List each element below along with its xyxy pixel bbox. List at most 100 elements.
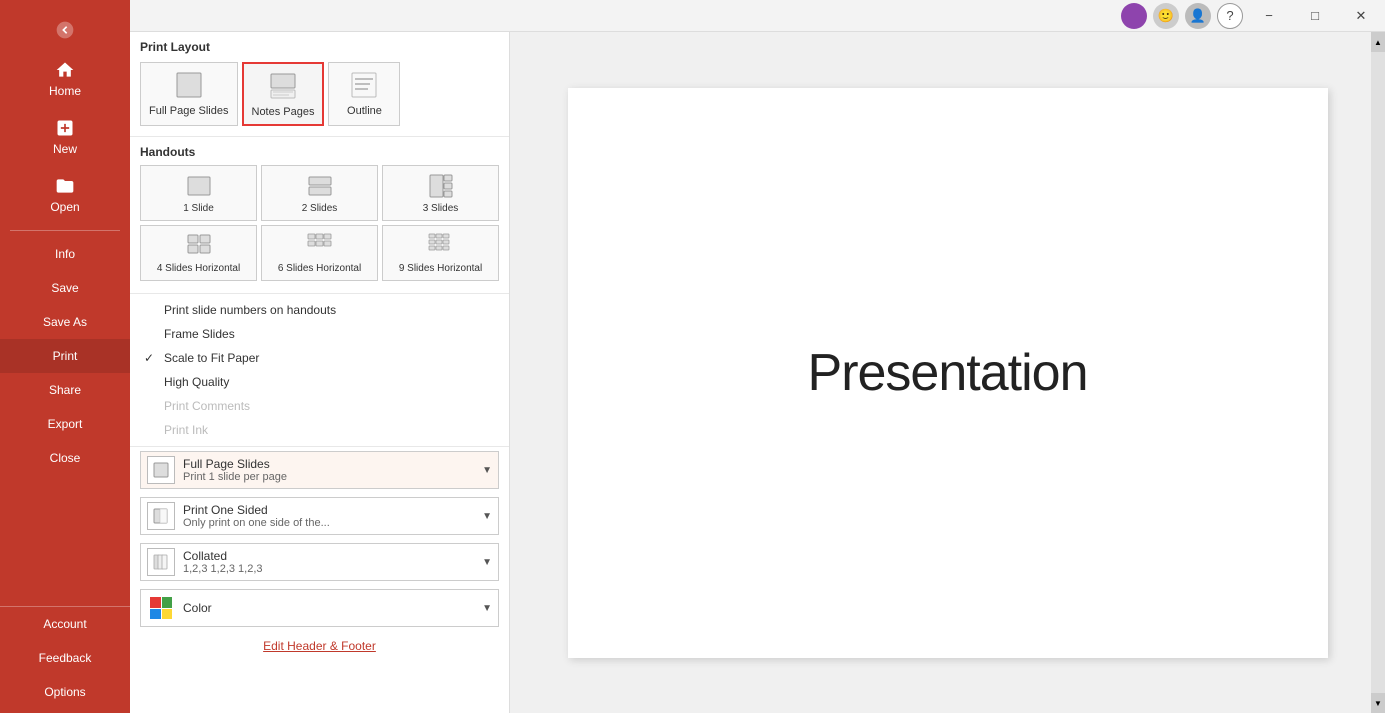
- color-dropdown-main: Color: [183, 601, 474, 615]
- slide-page: Presentation: [568, 88, 1328, 658]
- sides-dropdown-text: Print One Sided Only print on one side o…: [183, 503, 474, 529]
- collation-dropdown-sub: 1,2,3 1,2,3 1,2,3: [183, 563, 474, 575]
- layout-dropdown-text: Full Page Slides Print 1 slide per page: [183, 457, 474, 483]
- options-list: Print slide numbers on handouts Frame Sl…: [130, 294, 509, 447]
- slide-scrollbar[interactable]: ▲ ▼: [1371, 32, 1385, 713]
- layout-dropdown-main: Full Page Slides: [183, 457, 474, 471]
- handout-9h-button[interactable]: 9 Slides Horizontal: [382, 225, 499, 281]
- sides-dropdown-sub: Only print on one side of the...: [183, 517, 474, 529]
- handout-6h-button[interactable]: 6 Slides Horizontal: [261, 225, 378, 281]
- cs-green: [162, 597, 173, 608]
- color-dropdown[interactable]: Color ▼: [140, 589, 499, 627]
- color-dropdown-arrow: ▼: [482, 603, 492, 614]
- sidebar-item-close[interactable]: Close: [0, 441, 130, 475]
- slide-title: Presentation: [808, 343, 1088, 403]
- layout-dropdown-icon: [147, 456, 175, 484]
- cs-blue: [150, 609, 161, 620]
- option-slide-numbers-label: Print slide numbers on handouts: [164, 303, 336, 317]
- help-icon[interactable]: ?: [1217, 3, 1243, 29]
- close-button[interactable]: ✕: [1341, 2, 1381, 30]
- sidebar-item-info[interactable]: Info: [0, 237, 130, 271]
- sidebar-options-label: Options: [44, 685, 85, 699]
- option-print-comments-label: Print Comments: [164, 399, 250, 413]
- option-print-ink-label: Print Ink: [164, 423, 208, 437]
- sidebar-item-save-as[interactable]: Save As: [0, 305, 130, 339]
- avatar: [1121, 3, 1147, 29]
- handout-3slides-button[interactable]: 3 Slides: [382, 165, 499, 221]
- print-layout-title: Print Layout: [140, 40, 499, 54]
- collation-dropdown-main: Collated: [183, 549, 474, 563]
- sidebar-item-new[interactable]: New: [0, 108, 130, 166]
- layout-dropdown-sub: Print 1 slide per page: [183, 471, 474, 483]
- sidebar-item-home[interactable]: Home: [0, 50, 130, 108]
- color-dropdown-text: Color: [183, 601, 474, 615]
- layout-dropdown[interactable]: Full Page Slides Print 1 slide per page …: [140, 451, 499, 489]
- option-frame-slides[interactable]: Frame Slides: [140, 322, 499, 346]
- option-scale-to-fit[interactable]: ✓ Scale to Fit Paper: [140, 346, 499, 370]
- sidebar-item-account[interactable]: Account: [0, 607, 130, 641]
- collation-dropdown[interactable]: Collated 1,2,3 1,2,3 1,2,3 ▼: [140, 543, 499, 581]
- emoji-icon[interactable]: 🙂: [1153, 3, 1179, 29]
- layout-full-page-button[interactable]: Full Page Slides: [140, 62, 238, 126]
- handout-9h-label: 9 Slides Horizontal: [399, 263, 482, 274]
- option-frame-slides-label: Frame Slides: [164, 327, 235, 341]
- handout-3slides-label: 3 Slides: [423, 203, 459, 214]
- sidebar-item-feedback[interactable]: Feedback: [0, 641, 130, 675]
- collation-dropdown-text: Collated 1,2,3 1,2,3 1,2,3: [183, 549, 474, 575]
- sidebar-item-open[interactable]: Open: [0, 166, 130, 224]
- option-high-quality[interactable]: High Quality: [140, 370, 499, 394]
- collation-dropdown-arrow: ▼: [482, 557, 492, 568]
- content-area: Print Layout Full Page Slides: [130, 32, 1385, 713]
- print-panel: Print Layout Full Page Slides: [130, 32, 510, 713]
- sidebar-share-label: Share: [49, 383, 81, 397]
- option-slide-numbers[interactable]: Print slide numbers on handouts: [140, 298, 499, 322]
- option-scale-to-fit-label: Scale to Fit Paper: [164, 351, 259, 365]
- layout-full-page-label: Full Page Slides: [149, 105, 229, 117]
- layout-buttons: Full Page Slides Notes Pages: [140, 62, 499, 126]
- option-print-comments: Print Comments: [140, 394, 499, 418]
- handouts-title: Handouts: [140, 145, 499, 159]
- sidebar-item-options[interactable]: Options: [0, 675, 130, 709]
- edit-header-footer-link[interactable]: Edit Header & Footer: [130, 631, 509, 661]
- sidebar-back-button[interactable]: [0, 10, 130, 50]
- scrollbar-down[interactable]: ▼: [1371, 693, 1385, 713]
- restore-button[interactable]: □: [1295, 2, 1335, 30]
- sidebar-export-label: Export: [48, 417, 83, 431]
- sidebar-new-label: New: [53, 142, 77, 156]
- sidebar-home-label: Home: [49, 84, 81, 98]
- layout-notes-pages-label: Notes Pages: [252, 106, 315, 118]
- scrollbar-up[interactable]: ▲: [1371, 32, 1385, 52]
- layout-outline-button[interactable]: Outline: [328, 62, 400, 126]
- sides-dropdown-main: Print One Sided: [183, 503, 474, 517]
- cs-yellow: [162, 609, 173, 620]
- titlebar: 🙂 👤 ? − □ ✕: [130, 0, 1385, 32]
- sidebar-account-label: Account: [43, 617, 86, 631]
- scale-to-fit-checkmark: ✓: [144, 351, 158, 365]
- handout-2slides-label: 2 Slides: [302, 203, 338, 214]
- sidebar-item-export[interactable]: Export: [0, 407, 130, 441]
- layout-outline-label: Outline: [347, 105, 382, 117]
- sidebar-item-print[interactable]: Print: [0, 339, 130, 373]
- sidebar-item-save[interactable]: Save: [0, 271, 130, 305]
- sidebar-info-label: Info: [55, 247, 75, 261]
- sidebar-print-label: Print: [53, 349, 78, 363]
- sidebar-saveas-label: Save As: [43, 315, 87, 329]
- sides-dropdown[interactable]: Print One Sided Only print on one side o…: [140, 497, 499, 535]
- layout-notes-pages-button[interactable]: Notes Pages: [242, 62, 325, 126]
- collation-dropdown-icon: [147, 548, 175, 576]
- minimize-button[interactable]: −: [1249, 2, 1289, 30]
- layout-dropdown-arrow: ▼: [482, 465, 492, 476]
- person-icon[interactable]: 👤: [1185, 3, 1211, 29]
- handout-2slides-button[interactable]: 2 Slides: [261, 165, 378, 221]
- sidebar-feedback-label: Feedback: [39, 651, 92, 665]
- option-high-quality-label: High Quality: [164, 375, 229, 389]
- handout-4h-label: 4 Slides Horizontal: [157, 263, 240, 274]
- main-area: 🙂 👤 ? − □ ✕ Print Layout Full Page: [130, 0, 1385, 713]
- handout-4h-button[interactable]: 4 Slides Horizontal: [140, 225, 257, 281]
- sidebar-open-label: Open: [50, 200, 79, 214]
- scrollbar-track[interactable]: [1371, 52, 1385, 693]
- handout-1slide-button[interactable]: 1 Slide: [140, 165, 257, 221]
- sidebar-save-label: Save: [51, 281, 78, 295]
- sidebar-item-share[interactable]: Share: [0, 373, 130, 407]
- color-squares: [150, 597, 172, 619]
